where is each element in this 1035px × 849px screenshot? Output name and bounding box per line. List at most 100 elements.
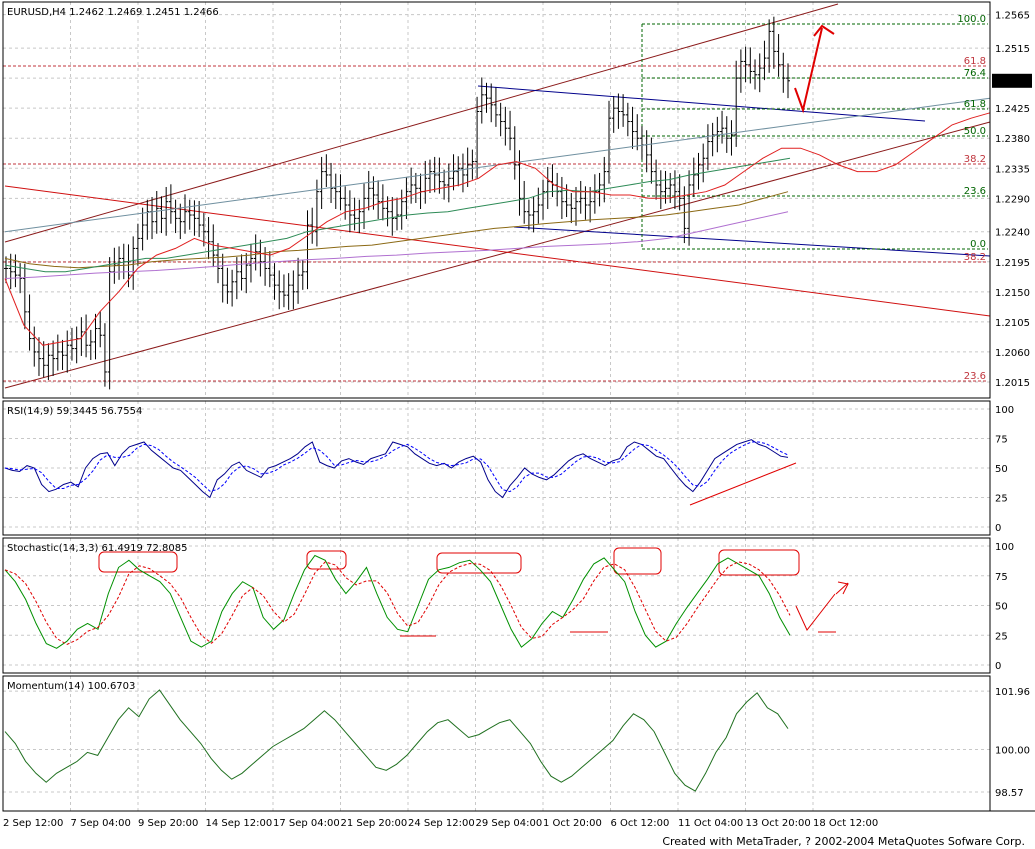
price-bar (84, 314, 89, 358)
indicator-tick-label: 0 (995, 523, 1001, 534)
stochastic-title: Stochastic(14,3,3) 61.4919 72.8085 (7, 543, 187, 554)
indicator-tick-label: 100 (995, 405, 1014, 416)
price-bar (734, 60, 739, 147)
price-bar (776, 34, 781, 77)
price-bar (508, 110, 513, 151)
price-bar (168, 184, 173, 224)
price-bar (654, 159, 659, 200)
price-tick-label: 1.2425 (995, 104, 1030, 115)
price-bar (757, 53, 762, 93)
price-bar (154, 190, 159, 234)
arrow-path (794, 27, 823, 114)
arrow-head (813, 24, 835, 37)
price-bar (343, 186, 348, 220)
price-bar (555, 172, 560, 207)
indicator-tick-label: 75 (995, 435, 1008, 446)
forecast-arrow (794, 24, 835, 114)
price-bar (639, 126, 644, 160)
time-tick-label: 13 Oct 20:00 (746, 818, 811, 829)
price-bar (705, 124, 710, 171)
blue-support-line (513, 226, 991, 257)
price-bar (319, 156, 324, 210)
price-bar (324, 154, 329, 187)
indicator-tick-label: 25 (995, 494, 1008, 505)
price-bar (32, 326, 37, 367)
price-tick-label: 1.2105 (995, 318, 1030, 329)
indicator-tick-label: 101.96 (995, 687, 1030, 698)
price-bar (107, 257, 112, 390)
fib-level-label: 50.0 (964, 126, 986, 137)
price-bar (569, 192, 574, 224)
price-bar (743, 46, 748, 83)
price-bar (27, 294, 32, 351)
indicator-tick-label: 75 (995, 572, 1008, 583)
price-bar (578, 180, 583, 214)
price-bar (98, 311, 103, 348)
fib-level-label: 0.0 (970, 239, 986, 250)
price-bar (545, 166, 550, 210)
price-bar (451, 154, 456, 191)
price-bar (536, 187, 541, 224)
time-tick-label: 7 Sep 04:00 (71, 818, 131, 829)
price-bar (672, 170, 677, 210)
price-bar (630, 106, 635, 149)
price-bar (74, 326, 79, 364)
channel-lower-line (4, 121, 991, 389)
price-tick-label: 1.2240 (995, 228, 1030, 239)
panel-frames (2, 1, 1035, 812)
indicator-tick-label: 0 (995, 661, 1001, 672)
price-bar (781, 52, 786, 93)
series (4, 16, 991, 792)
price-bar (460, 153, 465, 193)
labels: 1.25651.25151.24701.24251.23801.23351.22… (3, 7, 1032, 829)
grid (2, 2, 990, 811)
current-price-label: 1.2466 (994, 77, 1029, 88)
time-tick-label: 17 Sep 04:00 (273, 818, 340, 829)
price-bar (183, 194, 188, 234)
price-bar (164, 186, 169, 236)
price-bar (159, 196, 164, 234)
price-bar (479, 77, 484, 124)
price-bar (762, 40, 767, 81)
time-tick-label: 1 Oct 20:00 (543, 818, 602, 829)
price-bar (644, 130, 649, 173)
stochastic-overbought-marker (306, 550, 347, 570)
time-tick-label: 21 Sep 20:00 (341, 818, 408, 829)
footer-credit: Created with MetaTrader, ? 2002-2004 Met… (662, 835, 1025, 848)
price-bar (470, 149, 475, 180)
indicator-tick-label: 25 (995, 631, 1008, 642)
price-bar (225, 267, 230, 304)
time-tick-label: 11 Oct 04:00 (678, 818, 743, 829)
price-bar (724, 116, 729, 153)
price-bar (258, 239, 263, 277)
price-bar (753, 59, 758, 90)
price-bar (230, 269, 235, 307)
price-tick-label: 1.2565 (995, 11, 1030, 22)
fib-level-label: 38.2 (964, 252, 986, 263)
price-bar (291, 270, 296, 310)
price-bar (376, 180, 381, 220)
red-trend-line (4, 185, 991, 317)
price-bar (329, 162, 334, 204)
price-bar (366, 170, 371, 211)
price-tick-label: 1.2060 (995, 348, 1030, 359)
panel-frame (2, 675, 991, 812)
price-tick-label: 1.2195 (995, 258, 1030, 269)
price-bar (150, 196, 155, 240)
fib-level-label: 61.8 (964, 56, 986, 67)
price-bar (145, 199, 150, 240)
price-bar (423, 160, 428, 204)
price-tick-label: 1.2380 (995, 134, 1030, 145)
price-bar (352, 197, 357, 231)
price-bar (267, 251, 272, 288)
price-bar (456, 156, 461, 187)
price-bar (239, 254, 244, 291)
stochastic-overbought-marker (718, 549, 800, 576)
price-bar (493, 87, 498, 127)
price-bar (390, 196, 395, 236)
price-bar (427, 159, 432, 193)
metatrader-chart: 1.25651.25151.24701.24251.23801.23351.22… (2, 1, 1035, 829)
time-tick-label: 29 Sep 04:00 (476, 818, 543, 829)
price-panel-title: EURUSD,H4 1.2462 1.2469 1.2451 1.2466 (7, 7, 219, 18)
stochastic-overbought-marker (436, 552, 522, 574)
